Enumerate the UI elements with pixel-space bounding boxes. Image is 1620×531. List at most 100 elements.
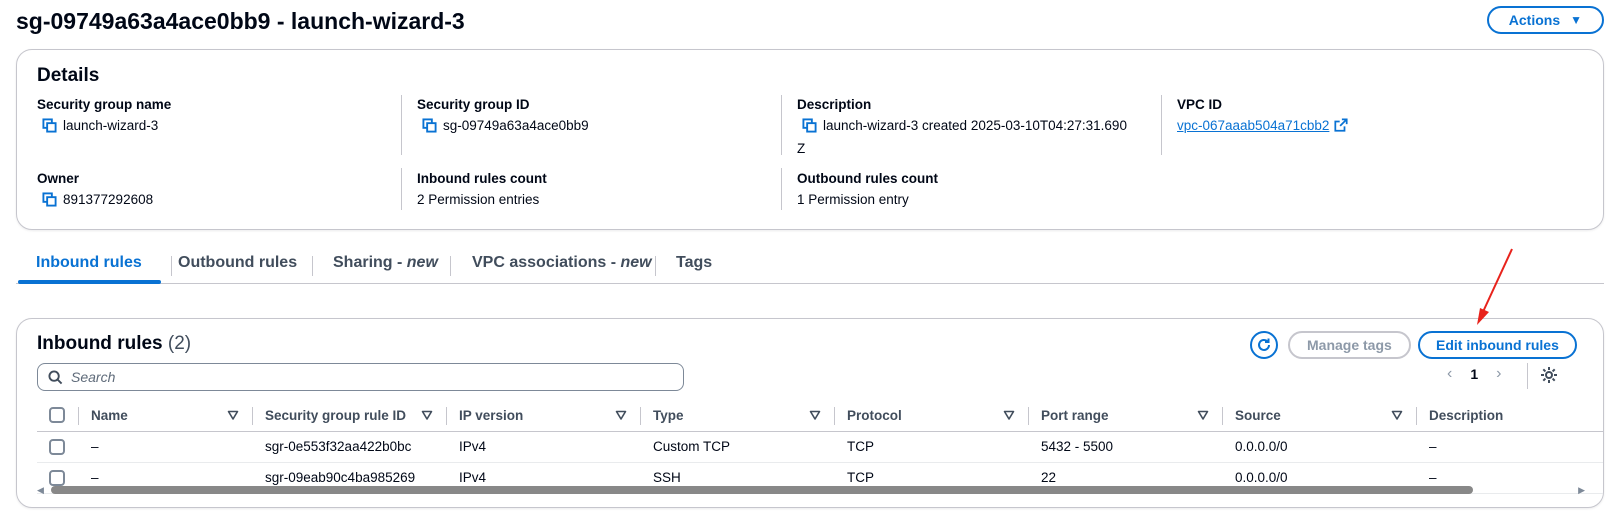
field-label: Inbound rules count [417, 171, 547, 186]
caret-down-icon [227, 410, 239, 420]
column-header-ip-version[interactable]: IP version [447, 400, 641, 432]
cell-ip-version: IPv4 [447, 431, 641, 463]
inbound-rules-title: Inbound rules (2) [37, 333, 192, 354]
column-divider [401, 168, 402, 210]
field-value: launch-wizard-3 created 2025-03-10T04:27… [797, 116, 1157, 135]
refresh-button[interactable] [1250, 331, 1278, 359]
page-title: sg-09749a63a4ace0bb9 - launch-wizard-3 [16, 8, 465, 34]
refresh-icon [1258, 338, 1270, 351]
active-tab-indicator [18, 280, 161, 284]
column-header-port-range[interactable]: Port range [1029, 400, 1223, 432]
owner-value: 891377292608 [63, 192, 154, 207]
field-label: Security group name [37, 97, 172, 112]
previous-page-icon[interactable]: ‹ [1447, 365, 1452, 383]
tab-separator [655, 256, 656, 276]
copy-icon[interactable] [42, 192, 57, 207]
field-inbound-rules-count: Inbound rules count 2 Permission entries [417, 171, 777, 209]
tab-separator [312, 256, 313, 276]
caret-down-icon [421, 410, 433, 420]
external-link-icon[interactable] [1334, 118, 1348, 132]
field-owner: Owner 891377292608 [37, 171, 397, 209]
column-divider [781, 95, 782, 155]
description-value-line1: launch-wizard-3 created 2025-03-10T04:27… [823, 118, 1127, 133]
column-header-type[interactable]: Type [641, 400, 835, 432]
tab-tags[interactable]: Tags [676, 254, 712, 272]
inbound-rules-count-value: 2 Permission entries [417, 192, 540, 207]
gear-icon[interactable] [1539, 365, 1559, 385]
tab-sharing[interactable]: Sharing - new [333, 254, 438, 272]
outbound-rules-count-value: 1 Permission entry [797, 192, 909, 207]
table-header-row: Name Security group rule ID IP version T… [37, 400, 1603, 432]
field-value: 891377292608 [37, 190, 397, 209]
description-value-line2: Z [797, 141, 806, 156]
field-security-group-id: Security group ID sg-09749a63a4ace0bb9 [417, 97, 777, 135]
column-header-name[interactable]: Name [79, 400, 253, 432]
field-value: sg-09749a63a4ace0bb9 [417, 116, 777, 135]
field-value: 1 Permission entry [797, 190, 1157, 209]
tab-vpc-associations[interactable]: VPC associations - new [472, 254, 652, 272]
tab-separator [171, 256, 172, 276]
manage-tags-button[interactable]: Manage tags [1288, 331, 1411, 359]
tab-inbound-rules[interactable]: Inbound rules [36, 254, 142, 272]
cell-rule-id: sgr-0e553f32aa422b0bc [253, 431, 447, 463]
pagination-separator [1527, 363, 1528, 389]
row-checkbox[interactable] [49, 438, 65, 455]
caret-down-icon [1003, 410, 1015, 420]
cell-port-range: 5432 - 5500 [1029, 431, 1223, 463]
column-divider [781, 168, 782, 210]
details-title: Details [37, 65, 100, 86]
column-header-description[interactable]: Description [1417, 400, 1603, 432]
next-page-icon[interactable]: › [1496, 365, 1501, 383]
scroll-right-icon[interactable]: ▶ [1578, 485, 1585, 496]
copy-icon[interactable] [42, 118, 57, 133]
field-value: launch-wizard-3 [37, 116, 397, 135]
field-value: 2 Permission entries [417, 190, 777, 209]
security-group-name-value: launch-wizard-3 [63, 118, 159, 133]
copy-icon[interactable] [422, 118, 437, 133]
search-box[interactable] [37, 363, 684, 391]
cell-description: – [1417, 431, 1603, 463]
column-header-rule-id[interactable]: Security group rule ID [253, 400, 447, 432]
caret-down-icon [809, 410, 821, 420]
inbound-rules-count: (2) [167, 333, 192, 354]
field-label: Owner [37, 171, 80, 186]
field-label: Description [797, 97, 872, 112]
field-label: Security group ID [417, 97, 530, 112]
row-select-cell [37, 431, 79, 463]
scroll-left-icon[interactable]: ◀ [37, 485, 44, 496]
field-vpc-id: VPC ID vpc-067aaab504a71cbb2 [1177, 97, 1537, 135]
caret-down-icon [1391, 410, 1403, 420]
caret-down-icon [615, 410, 627, 420]
horizontal-scrollbar[interactable]: ◀ ▶ [35, 484, 1587, 496]
select-all-checkbox[interactable] [49, 407, 65, 424]
cell-source: 0.0.0.0/0 [1223, 431, 1417, 463]
table-row[interactable]: – sgr-0e553f32aa422b0bc IPv4 Custom TCP … [37, 431, 1603, 463]
cell-protocol: TCP [835, 431, 1029, 463]
cell-type: Custom TCP [641, 431, 835, 463]
edit-inbound-rules-button[interactable]: Edit inbound rules [1418, 331, 1577, 359]
field-description: Description launch-wizard-3 created 2025… [797, 97, 1157, 158]
column-divider [401, 95, 402, 155]
pagination: ‹ 1 › [1447, 365, 1501, 383]
column-divider [1161, 95, 1162, 155]
column-header-source[interactable]: Source [1223, 400, 1417, 432]
inbound-rules-panel: Inbound rules (2) Manage tags Edit inbou… [16, 318, 1604, 508]
inbound-rules-table: Name Security group rule ID IP version T… [37, 400, 1603, 494]
field-outbound-rules-count: Outbound rules count 1 Permission entry [797, 171, 1157, 209]
page-header: sg-09749a63a4ace0bb9 - launch-wizard-3 A… [16, 4, 1604, 44]
vpc-id-link[interactable]: vpc-067aaab504a71cbb2 [1177, 116, 1329, 135]
actions-button[interactable]: Actions ▼ [1486, 6, 1604, 34]
copy-icon[interactable] [802, 118, 817, 133]
field-label: Outbound rules count [797, 171, 938, 186]
search-icon [48, 369, 63, 384]
tab-outbound-rules[interactable]: Outbound rules [178, 254, 297, 272]
caret-down-icon [1197, 410, 1209, 420]
cell-name: – [79, 431, 253, 463]
column-header-protocol[interactable]: Protocol [835, 400, 1029, 432]
scrollbar-thumb[interactable] [51, 486, 1473, 494]
caret-down-icon: ▼ [1570, 13, 1582, 27]
search-input[interactable] [71, 369, 683, 385]
field-label: VPC ID [1177, 97, 1223, 112]
page-number[interactable]: 1 [1470, 366, 1478, 382]
security-group-id-value: sg-09749a63a4ace0bb9 [443, 118, 589, 133]
